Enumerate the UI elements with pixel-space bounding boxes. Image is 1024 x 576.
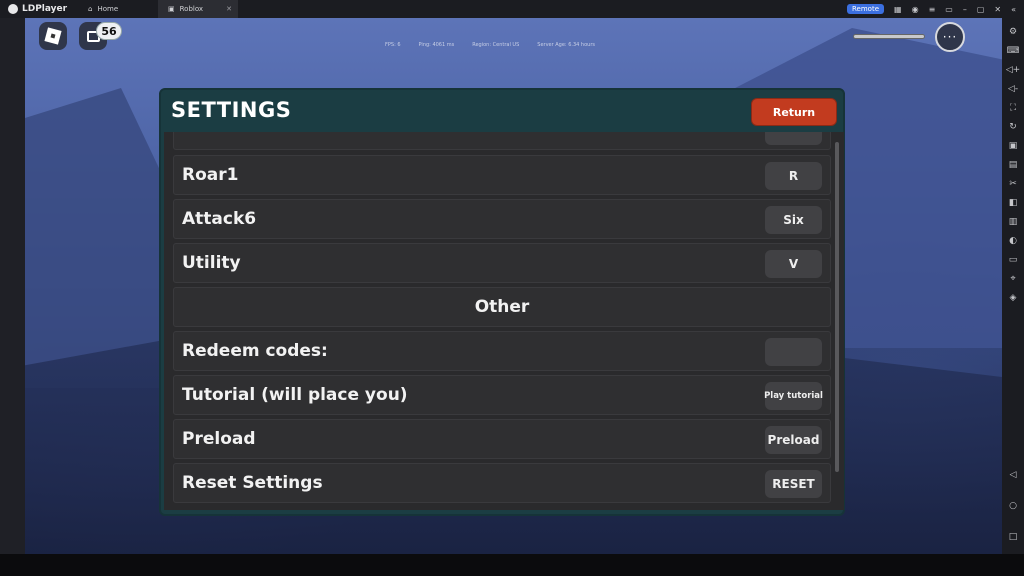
redeem-code-input[interactable] <box>765 338 822 366</box>
home-icon: ⌂ <box>88 5 93 13</box>
roblox-tab-icon: ▣ <box>168 5 175 13</box>
settings-row-preload: Preload Preload <box>173 419 831 459</box>
row-label: Preload <box>182 429 256 449</box>
operation-icon[interactable]: ◐ <box>1002 231 1024 250</box>
fullscreen-icon[interactable]: ⛶ <box>1002 98 1024 117</box>
row-label: Redeem codes: <box>182 341 328 361</box>
keybind-button-utility[interactable]: V <box>765 250 822 278</box>
chat-badge: 56 <box>96 22 122 40</box>
back-icon[interactable]: ◁ <box>1002 465 1024 484</box>
server-stats: FPS: 6 Ping: 4061 ms Region: Central US … <box>385 42 595 48</box>
android-nav: ◁ ○ □ <box>1002 465 1024 546</box>
game-viewport[interactable]: 56 FPS: 6 Ping: 4061 ms Region: Central … <box>25 18 1002 554</box>
keybind-button-roar1[interactable]: R <box>765 162 822 190</box>
menu-icon[interactable]: ≡ <box>929 5 936 14</box>
minimize-icon[interactable]: – <box>963 5 967 14</box>
home-icon[interactable]: ○ <box>1002 496 1024 515</box>
collapse-icon[interactable]: « <box>1011 5 1016 14</box>
volume-up-icon[interactable]: ◁+ <box>1002 60 1024 79</box>
close-tab-icon[interactable]: ✕ <box>226 5 232 13</box>
ldplayer-brand: LDPlayer <box>0 4 78 14</box>
settings-title: SETTINGS <box>171 98 292 122</box>
folder-icon[interactable]: ▭ <box>1002 250 1024 269</box>
recent-apps-icon[interactable]: □ <box>1002 527 1024 546</box>
keybind-button-attack6[interactable]: Six <box>765 206 822 234</box>
return-button[interactable]: Return <box>751 98 837 126</box>
health-bar <box>853 34 925 39</box>
bottom-border <box>0 554 1024 576</box>
roblox-logo-icon <box>44 27 62 45</box>
gear-icon[interactable]: ⚙ <box>1002 22 1024 41</box>
tab-roblox-label: Roblox <box>179 5 204 13</box>
settings-row-redeem-codes: Redeem codes: <box>173 331 831 371</box>
settings-panel: SETTINGS Return Roar1 R Attack6 Six Util… <box>159 88 845 516</box>
emulator-title-bar: LDPlayer ⌂ Home ▣ Roblox ✕ Remote ▦ ◉ ≡ … <box>0 0 1024 18</box>
sync-icon[interactable]: ▥ <box>1002 212 1024 231</box>
gamepad-icon[interactable]: ▦ <box>894 5 902 14</box>
maximize-icon[interactable]: ▢ <box>977 5 985 14</box>
multi-instance-icon[interactable]: ◧ <box>1002 193 1024 212</box>
reset-button[interactable]: RESET <box>765 470 822 498</box>
keybind-button-partial[interactable] <box>765 132 822 145</box>
settings-row-attack6: Attack6 Six <box>173 199 831 239</box>
row-label: Utility <box>182 253 241 273</box>
settings-scrollbar[interactable] <box>835 142 839 472</box>
scissors-icon[interactable]: ✂ <box>1002 174 1024 193</box>
section-header-other: Other <box>173 287 831 327</box>
preload-button[interactable]: Preload <box>765 426 822 454</box>
account-icon[interactable]: ◉ <box>912 5 919 14</box>
volume-down-icon[interactable]: ◁- <box>1002 79 1024 98</box>
server-age-stat: Server Age: 6.34 hours <box>537 42 595 48</box>
left-border <box>0 18 25 554</box>
emulator-sidebar: ⚙ ⌨ ◁+ ◁- ⛶ ↻ ▣ ▤ ✂ ◧ ▥ ◐ ▭ ⌖ ◈ ◁ ○ □ <box>1002 18 1024 554</box>
tab-home-label: Home <box>97 5 119 13</box>
location-icon[interactable]: ⌖ <box>1002 269 1024 288</box>
record-icon[interactable]: ▤ <box>1002 155 1024 174</box>
settings-list[interactable]: Roar1 R Attack6 Six Utility V Other Rede… <box>164 132 844 510</box>
settings-row-partial <box>173 132 831 150</box>
close-window-icon[interactable]: ✕ <box>994 5 1001 14</box>
row-label: Attack6 <box>182 209 257 229</box>
apk-icon[interactable]: ▣ <box>1002 136 1024 155</box>
ping-stat: Ping: 4061 ms <box>418 42 455 48</box>
more-options-button[interactable]: ··· <box>935 22 965 52</box>
fps-stat: FPS: 6 <box>385 42 401 48</box>
settings-row-tutorial: Tutorial (will place you) Play tutorial <box>173 375 831 415</box>
row-label: Reset Settings <box>182 473 323 493</box>
settings-row-roar1: Roar1 R <box>173 155 831 195</box>
row-label: Tutorial (will place you) <box>182 385 408 405</box>
settings-row-reset: Reset Settings RESET <box>173 463 831 503</box>
tab-home[interactable]: ⌂ Home <box>78 0 158 18</box>
region-stat: Region: Central US <box>472 42 520 48</box>
rotate-icon[interactable]: ↻ <box>1002 117 1024 136</box>
sidebar-toggle-icon[interactable]: ▭ <box>945 5 953 14</box>
brand-label: LDPlayer <box>22 4 68 14</box>
remote-button[interactable]: Remote <box>847 4 885 14</box>
window-controls: Remote ▦ ◉ ≡ ▭ – ▢ ✕ « <box>847 4 1024 14</box>
settings-row-utility: Utility V <box>173 243 831 283</box>
shake-icon[interactable]: ◈ <box>1002 288 1024 307</box>
roblox-menu-button[interactable] <box>39 22 67 50</box>
keyboard-icon[interactable]: ⌨ <box>1002 41 1024 60</box>
row-label: Roar1 <box>182 165 239 185</box>
play-tutorial-button[interactable]: Play tutorial <box>764 382 823 410</box>
ldplayer-logo-icon <box>8 4 18 14</box>
section-header-label: Other <box>474 297 530 317</box>
tab-roblox[interactable]: ▣ Roblox ✕ <box>158 0 238 18</box>
